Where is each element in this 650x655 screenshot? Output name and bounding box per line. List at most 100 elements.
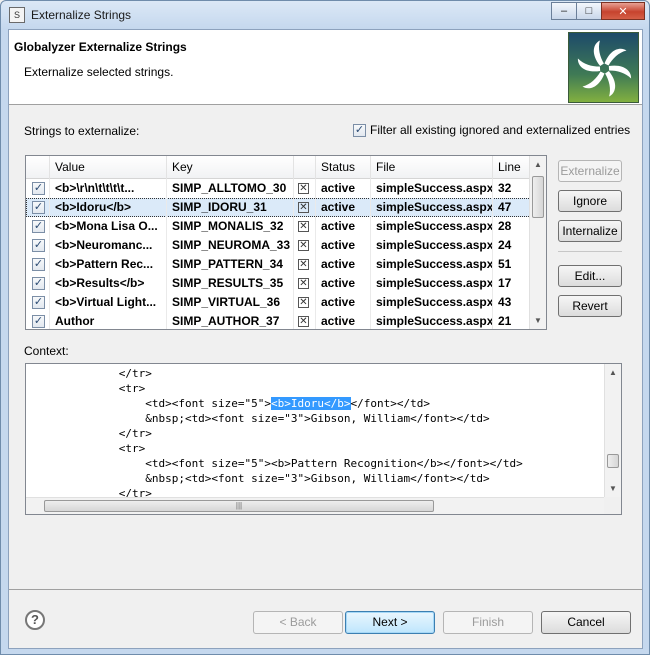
table-row[interactable]: ✓ <b>Virtual Light... SIMP_VIRTUAL_36 ✕ acti…: [26, 293, 531, 312]
context-label: Context:: [24, 344, 69, 358]
table-row[interactable]: ✓ <b>\r\n\t\t\t\t... SIMP_ALLTOMO_30 ✕ activ…: [26, 179, 531, 198]
x-box-icon[interactable]: ✕: [298, 278, 309, 289]
cell-line: 21: [493, 312, 531, 329]
x-box-icon[interactable]: ✕: [298, 297, 309, 308]
cell-file: simpleSuccess.aspx: [371, 198, 493, 217]
cell-file: simpleSuccess.aspx: [371, 255, 493, 274]
row-checkbox[interactable]: ✓: [32, 239, 45, 252]
revert-button[interactable]: Revert: [558, 295, 622, 317]
table-header: Value Key Status File Line: [26, 156, 531, 179]
cell-status: active: [316, 274, 371, 293]
page-description: Externalize selected strings.: [24, 65, 174, 79]
minimize-button[interactable]: –: [551, 2, 577, 20]
strings-table: Value Key Status File Line ✓ <b>\r\n\t\t\…: [25, 155, 547, 330]
row-checkbox[interactable]: ✓: [32, 258, 45, 271]
page-title: Globalyzer Externalize Strings: [14, 40, 187, 54]
filter-checkbox[interactable]: ✓: [353, 123, 366, 137]
app-icon: S: [9, 7, 25, 23]
scroll-down-icon[interactable]: ▼: [530, 312, 546, 329]
row-checkbox[interactable]: ✓: [32, 315, 45, 328]
x-box-icon[interactable]: ✕: [298, 183, 309, 194]
context-viewer[interactable]: </tr> <tr> <td><font size="5"><b>Idoru</…: [25, 363, 622, 515]
back-button[interactable]: < Back: [253, 611, 343, 634]
ignore-button[interactable]: Ignore: [558, 190, 622, 212]
table-row[interactable]: ✓ <b>Neuromanc... SIMP_NEUROMA_33 ✕ active si…: [26, 236, 531, 255]
x-box-icon[interactable]: ✕: [298, 202, 309, 213]
code-line: <td><font size="5"><b>Pattern Recognitio…: [26, 457, 523, 470]
cell-key: SIMP_AUTHOR_37: [167, 312, 294, 329]
context-code[interactable]: </tr> <tr> <td><font size="5"><b>Idoru</…: [26, 364, 606, 500]
row-checkbox[interactable]: ✓: [32, 296, 45, 309]
pinwheel-icon: [577, 40, 632, 97]
column-header-key[interactable]: Key: [167, 156, 294, 179]
x-box-icon[interactable]: ✕: [298, 316, 309, 327]
minimize-icon: –: [560, 5, 568, 17]
edit-button[interactable]: Edit...: [558, 265, 622, 287]
context-scroll-thumb[interactable]: [607, 454, 619, 468]
code-text: </font></td>: [350, 397, 431, 410]
cell-key: SIMP_VIRTUAL_36: [167, 293, 294, 312]
code-line: <tr>: [26, 442, 146, 455]
column-header-file[interactable]: File: [371, 156, 493, 179]
horizontal-scroll-thumb[interactable]: |||: [44, 500, 434, 512]
filter-checkbox-row[interactable]: ✓ Filter all existing ignored and extern…: [353, 123, 630, 137]
context-vertical-scrollbar[interactable]: ▲ ▼: [604, 364, 621, 497]
cell-file: simpleSuccess.aspx: [371, 179, 493, 198]
filter-label: Filter all existing ignored and external…: [370, 123, 631, 137]
row-flag-cell: ✕: [294, 312, 316, 329]
scroll-up-icon[interactable]: ▲: [530, 156, 546, 173]
table-row[interactable]: ✓ <b>Results</b> SIMP_RESULTS_35 ✕ active sim…: [26, 274, 531, 293]
column-header-flag[interactable]: [294, 156, 316, 179]
column-header-line[interactable]: Line: [493, 156, 531, 179]
finish-button[interactable]: Finish: [443, 611, 533, 634]
dialog-window: S Externalize Strings – □ ✕ Globalyzer E…: [0, 0, 650, 655]
cell-line: 17: [493, 274, 531, 293]
table-row[interactable]: ✓ <b>Mona Lisa O... SIMP_MONALIS_32 ✕ active…: [26, 217, 531, 236]
maximize-button[interactable]: □: [576, 2, 602, 20]
table-row[interactable]: ✓ <b>Pattern Rec... SIMP_PATTERN_34 ✕ active…: [26, 255, 531, 274]
code-line: </tr>: [26, 367, 152, 380]
context-horizontal-scrollbar[interactable]: |||: [26, 497, 606, 514]
table-row[interactable]: ✓ <b>Idoru</b> SIMP_IDORU_31 ✕ active simpleS…: [26, 198, 531, 217]
maximize-icon: □: [585, 5, 593, 17]
row-flag-cell: ✕: [294, 198, 316, 217]
internalize-button[interactable]: Internalize: [558, 220, 622, 242]
cell-file: simpleSuccess.aspx: [371, 312, 493, 329]
table-scroll-thumb[interactable]: [532, 176, 544, 218]
x-box-icon[interactable]: ✕: [298, 259, 309, 270]
column-header-value[interactable]: Value: [50, 156, 167, 179]
scroll-up-icon[interactable]: ▲: [605, 364, 621, 381]
row-checkbox[interactable]: ✓: [32, 220, 45, 233]
code-line: <td><font size="5"><b>Idoru</b></font></…: [26, 396, 430, 411]
cell-file: simpleSuccess.aspx: [371, 293, 493, 312]
row-checkbox[interactable]: ✓: [32, 277, 45, 290]
cancel-button[interactable]: Cancel: [541, 611, 631, 634]
table-row[interactable]: ✓ Author SIMP_AUTHOR_37 ✕ active simpleSucces…: [26, 312, 531, 329]
x-box-icon[interactable]: ✕: [298, 240, 309, 251]
externalize-button[interactable]: Externalize: [558, 160, 622, 182]
next-button[interactable]: Next >: [345, 611, 435, 634]
x-box-icon[interactable]: ✕: [298, 221, 309, 232]
table-vertical-scrollbar[interactable]: ▲ ▼: [529, 156, 546, 329]
wizard-header: Globalyzer Externalize Strings Externali…: [9, 30, 642, 105]
cell-file: simpleSuccess.aspx: [371, 236, 493, 255]
scroll-down-icon[interactable]: ▼: [605, 480, 621, 497]
row-checkbox[interactable]: ✓: [32, 182, 45, 195]
close-button[interactable]: ✕: [601, 2, 645, 20]
column-header-status[interactable]: Status: [316, 156, 371, 179]
check-icon: ✓: [354, 123, 365, 136]
window-title: Externalize Strings: [31, 8, 132, 22]
globalyzer-logo-icon: [568, 32, 639, 103]
cell-value: <b>Idoru</b>: [50, 198, 167, 217]
column-header-check[interactable]: [26, 156, 50, 179]
cell-file: simpleSuccess.aspx: [371, 217, 493, 236]
help-icon[interactable]: ?: [25, 610, 45, 630]
cell-value: <b>Pattern Rec...: [50, 255, 167, 274]
cell-status: active: [316, 255, 371, 274]
cell-status: active: [316, 217, 371, 236]
row-checkbox[interactable]: ✓: [32, 201, 45, 214]
cell-line: 43: [493, 293, 531, 312]
title-bar: S Externalize Strings – □ ✕: [1, 1, 649, 29]
dialog-client: Globalyzer Externalize Strings Externali…: [8, 29, 643, 649]
footer-separator: [9, 589, 642, 590]
